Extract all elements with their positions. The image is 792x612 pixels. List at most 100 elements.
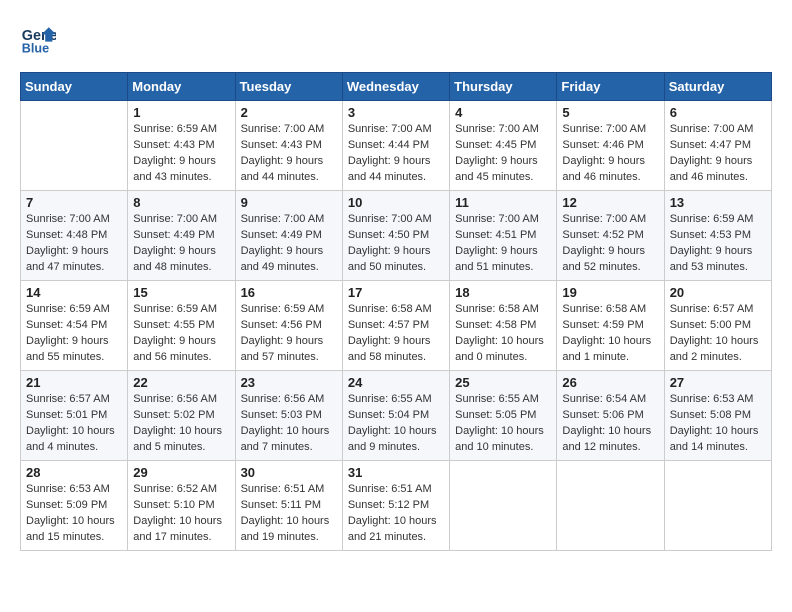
day-info: Sunrise: 7:00 AM Sunset: 4:51 PM Dayligh…: [455, 212, 551, 276]
calendar-cell: 16Sunrise: 6:59 AM Sunset: 4:56 PM Dayli…: [235, 281, 342, 371]
day-number: 16: [241, 285, 337, 300]
calendar-cell: 14 Sunrise: 6:59 AM Sunset: 4:54 PM Dayli…: [21, 281, 128, 371]
calendar-cell: 13Sunrise: 6:59 AM Sunset: 4:53 PM Dayli…: [664, 191, 771, 281]
day-number: 1: [133, 105, 229, 120]
day-number: 10: [348, 195, 444, 210]
day-info: Sunrise: 6:52 AM Sunset: 5:10 PM Dayligh…: [133, 482, 229, 546]
calendar-cell: 12 Sunrise: 7:00 AM Sunset: 4:52 PM Dayli…: [557, 191, 664, 281]
day-number: 3: [348, 105, 444, 120]
day-number: 21: [26, 375, 122, 390]
day-info: Sunrise: 6:59 AM Sunset: 4:53 PM Dayligh…: [670, 212, 766, 276]
calendar-cell: [21, 101, 128, 191]
day-info: Sunrise: 6:55 AM Sunset: 5:05 PM Dayligh…: [455, 392, 551, 456]
day-number: 2: [241, 105, 337, 120]
day-info: Sunrise: 6:51 AM Sunset: 5:12 PM Dayligh…: [348, 482, 444, 546]
day-number: 28: [26, 465, 122, 480]
calendar-cell: 17 Sunrise: 6:58 AM Sunset: 4:57 PM Dayli…: [342, 281, 449, 371]
header-day-friday: Friday: [557, 73, 664, 101]
day-number: 27: [670, 375, 766, 390]
day-number: 11: [455, 195, 551, 210]
calendar-cell: 2 Sunrise: 7:00 AM Sunset: 4:43 PM Daylig…: [235, 101, 342, 191]
logo: General Blue: [20, 20, 62, 56]
calendar-cell: 23 Sunrise: 6:56 AM Sunset: 5:03 PM Dayli…: [235, 371, 342, 461]
calendar-cell: [450, 461, 557, 551]
calendar-cell: 1 Sunrise: 6:59 AM Sunset: 4:43 PM Daylig…: [128, 101, 235, 191]
day-number: 6: [670, 105, 766, 120]
calendar-cell: 30 Sunrise: 6:51 AM Sunset: 5:11 PM Dayli…: [235, 461, 342, 551]
day-info: Sunrise: 6:53 AM Sunset: 5:09 PM Dayligh…: [26, 482, 122, 546]
week-row-5: 28 Sunrise: 6:53 AM Sunset: 5:09 PM Dayli…: [21, 461, 772, 551]
day-number: 31: [348, 465, 444, 480]
calendar-cell: [664, 461, 771, 551]
day-number: 18: [455, 285, 551, 300]
day-info: Sunrise: 6:57 AM Sunset: 5:01 PM Dayligh…: [26, 392, 122, 456]
day-info: Sunrise: 6:55 AM Sunset: 5:04 PM Dayligh…: [348, 392, 444, 456]
day-info: Sunrise: 7:00 AM Sunset: 4:44 PM Dayligh…: [348, 122, 444, 186]
week-row-4: 21 Sunrise: 6:57 AM Sunset: 5:01 PM Dayli…: [21, 371, 772, 461]
calendar-cell: 19 Sunrise: 6:58 AM Sunset: 4:59 PM Dayli…: [557, 281, 664, 371]
day-number: 15: [133, 285, 229, 300]
calendar-cell: 15 Sunrise: 6:59 AM Sunset: 4:55 PM Dayli…: [128, 281, 235, 371]
day-info: Sunrise: 7:00 AM Sunset: 4:52 PM Dayligh…: [562, 212, 658, 276]
day-number: 14: [26, 285, 122, 300]
day-info: Sunrise: 7:00 AM Sunset: 4:43 PM Dayligh…: [241, 122, 337, 186]
page-header: General Blue: [20, 20, 772, 56]
day-info: Sunrise: 7:00 AM Sunset: 4:46 PM Dayligh…: [562, 122, 658, 186]
calendar-cell: 8Sunrise: 7:00 AM Sunset: 4:49 PM Daylig…: [128, 191, 235, 281]
svg-text:Blue: Blue: [22, 41, 49, 55]
header-day-tuesday: Tuesday: [235, 73, 342, 101]
day-number: 12: [562, 195, 658, 210]
day-info: Sunrise: 6:58 AM Sunset: 4:59 PM Dayligh…: [562, 302, 658, 366]
day-info: Sunrise: 7:00 AM Sunset: 4:45 PM Dayligh…: [455, 122, 551, 186]
calendar-cell: [557, 461, 664, 551]
calendar-cell: 26Sunrise: 6:54 AM Sunset: 5:06 PM Dayli…: [557, 371, 664, 461]
day-number: 22: [133, 375, 229, 390]
day-number: 5: [562, 105, 658, 120]
day-info: Sunrise: 6:59 AM Sunset: 4:55 PM Dayligh…: [133, 302, 229, 366]
day-number: 9: [241, 195, 337, 210]
day-info: Sunrise: 6:53 AM Sunset: 5:08 PM Dayligh…: [670, 392, 766, 456]
header-day-saturday: Saturday: [664, 73, 771, 101]
calendar-cell: 31 Sunrise: 6:51 AM Sunset: 5:12 PM Dayli…: [342, 461, 449, 551]
calendar-cell: 21 Sunrise: 6:57 AM Sunset: 5:01 PM Dayli…: [21, 371, 128, 461]
calendar-cell: 25 Sunrise: 6:55 AM Sunset: 5:05 PM Dayli…: [450, 371, 557, 461]
header-row: SundayMondayTuesdayWednesdayThursdayFrid…: [21, 73, 772, 101]
day-info: Sunrise: 7:00 AM Sunset: 4:50 PM Dayligh…: [348, 212, 444, 276]
week-row-2: 7 Sunrise: 7:00 AM Sunset: 4:48 PM Daylig…: [21, 191, 772, 281]
header-day-monday: Monday: [128, 73, 235, 101]
day-info: Sunrise: 6:58 AM Sunset: 4:58 PM Dayligh…: [455, 302, 551, 366]
day-info: Sunrise: 7:00 AM Sunset: 4:49 PM Dayligh…: [241, 212, 337, 276]
header-day-thursday: Thursday: [450, 73, 557, 101]
day-number: 25: [455, 375, 551, 390]
day-number: 30: [241, 465, 337, 480]
day-number: 23: [241, 375, 337, 390]
calendar-cell: 4 Sunrise: 7:00 AM Sunset: 4:45 PM Daylig…: [450, 101, 557, 191]
day-number: 8: [133, 195, 229, 210]
day-info: Sunrise: 6:51 AM Sunset: 5:11 PM Dayligh…: [241, 482, 337, 546]
day-info: Sunrise: 7:00 AM Sunset: 4:48 PM Dayligh…: [26, 212, 122, 276]
day-info: Sunrise: 6:57 AM Sunset: 5:00 PM Dayligh…: [670, 302, 766, 366]
calendar-cell: 10 Sunrise: 7:00 AM Sunset: 4:50 PM Dayli…: [342, 191, 449, 281]
day-number: 19: [562, 285, 658, 300]
logo-icon: General Blue: [20, 20, 56, 56]
day-info: Sunrise: 6:59 AM Sunset: 4:54 PM Dayligh…: [26, 302, 122, 366]
day-info: Sunrise: 7:00 AM Sunset: 4:47 PM Dayligh…: [670, 122, 766, 186]
day-info: Sunrise: 6:58 AM Sunset: 4:57 PM Dayligh…: [348, 302, 444, 366]
calendar-cell: 5 Sunrise: 7:00 AM Sunset: 4:46 PM Daylig…: [557, 101, 664, 191]
day-number: 20: [670, 285, 766, 300]
day-number: 26: [562, 375, 658, 390]
week-row-3: 14 Sunrise: 6:59 AM Sunset: 4:54 PM Dayli…: [21, 281, 772, 371]
calendar-cell: 20 Sunrise: 6:57 AM Sunset: 5:00 PM Dayli…: [664, 281, 771, 371]
day-info: Sunrise: 6:59 AM Sunset: 4:43 PM Dayligh…: [133, 122, 229, 186]
day-number: 17: [348, 285, 444, 300]
header-day-sunday: Sunday: [21, 73, 128, 101]
calendar-cell: 3 Sunrise: 7:00 AM Sunset: 4:44 PM Daylig…: [342, 101, 449, 191]
calendar-cell: 22Sunrise: 6:56 AM Sunset: 5:02 PM Dayli…: [128, 371, 235, 461]
day-number: 7: [26, 195, 122, 210]
day-info: Sunrise: 6:56 AM Sunset: 5:03 PM Dayligh…: [241, 392, 337, 456]
calendar-table: SundayMondayTuesdayWednesdayThursdayFrid…: [20, 72, 772, 551]
header-day-wednesday: Wednesday: [342, 73, 449, 101]
week-row-1: 1 Sunrise: 6:59 AM Sunset: 4:43 PM Daylig…: [21, 101, 772, 191]
day-number: 24: [348, 375, 444, 390]
day-number: 4: [455, 105, 551, 120]
